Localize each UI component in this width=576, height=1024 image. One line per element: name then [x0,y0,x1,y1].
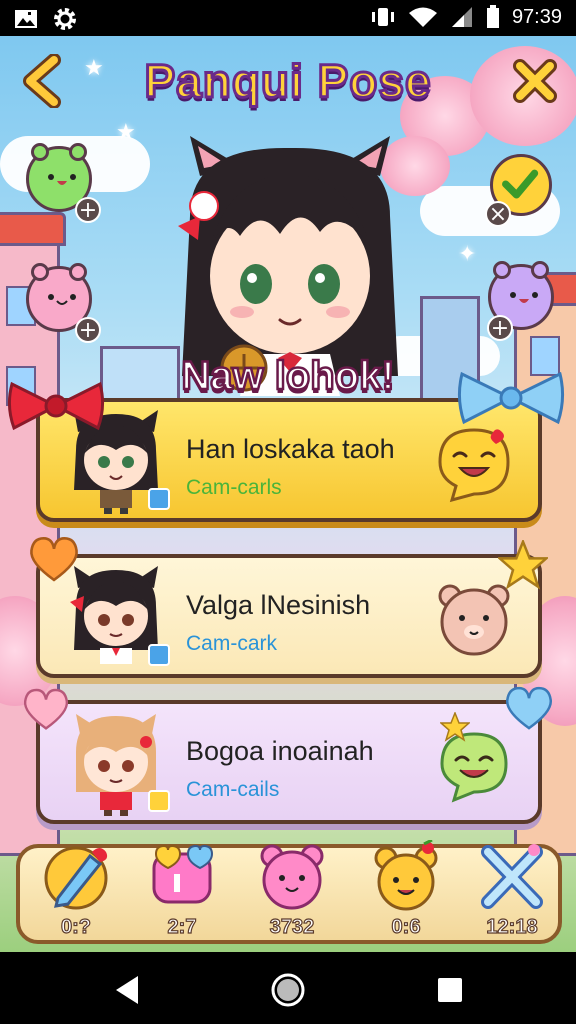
sparkle-icon: ✦ [458,242,477,267]
android-nav-bar [0,952,576,1024]
status-bar: 97:39 [0,0,576,36]
tray-count: 12:18 [486,915,538,938]
vibrate-icon [371,8,394,26]
rank-badge-icon [148,790,170,812]
game-scene: ★ ★ ✦ Panqui Pose + + × + Naw lohok! Han… [0,36,576,952]
clock: 97:39 [511,5,562,28]
character-card-2[interactable]: Valga lNesinish Cam-cark [36,554,542,678]
tray-item-swords[interactable]: 12:18 [462,840,562,946]
hearts-chat-icon [152,844,214,904]
home-circle-icon[interactable] [268,970,308,1010]
battery-icon [486,5,499,28]
critter-ear [69,263,87,281]
page-title: Panqui Pose [143,54,432,109]
tray-count: 0:6 [391,915,421,938]
critter-ear [31,263,49,281]
pink-heart-icon [23,688,69,730]
add-plus-icon[interactable]: + [487,315,513,341]
critter-ear [31,143,49,161]
blue-bow-icon [457,371,565,425]
add-plus-icon[interactable]: + [75,197,101,223]
signal-icon [451,7,472,27]
pink-bear-critter[interactable]: + [26,263,101,343]
settings-gear-icon [54,8,76,30]
card-subtitle: Cam-cails [186,778,280,801]
tray-item-yellow-bear[interactable]: 0:6 [356,840,456,946]
orange-heart-icon [30,537,78,582]
star-icon [498,540,548,590]
small-star-icon [440,712,470,742]
bear-face-emote-icon[interactable] [434,580,514,660]
card-subtitle: Cam-cark [186,632,278,655]
critter-ear [493,261,511,279]
rank-badge-icon [148,644,170,666]
gallery-icon [15,10,37,28]
critter-face [510,292,538,303]
close-x-icon[interactable] [510,56,560,106]
pink-bear-icon [260,844,324,910]
pencil-coin-icon [44,846,108,910]
tool-x-icon[interactable]: × [485,201,511,227]
yellow-bear-icon [374,840,438,911]
tray-count: 2:7 [167,915,197,938]
crossed-swords-icon [481,844,543,909]
yellow-check-badge[interactable]: × [485,154,552,227]
card-name: Bogoa inoainah [186,736,374,766]
rank-badge-icon [148,488,170,510]
critter-ear [69,143,87,161]
critter-face [48,174,76,185]
sparkle-icon: ★ [116,120,136,145]
add-plus-icon[interactable]: + [75,317,101,343]
tray-item-pink-bear[interactable]: 3732 [242,840,342,946]
card-name: Han loskaka taoh [186,434,395,464]
laughing-face-emote-icon[interactable] [434,424,514,504]
critter-ear [531,261,549,279]
inventory-tray: 0:? 2:7 3732 0:6 12:18 [16,840,562,944]
card-subtitle: Cam-carls [186,476,282,499]
purple-bear-critter[interactable]: + [487,261,554,341]
critter-face [48,294,76,305]
card-name: Valga lNesinish [186,590,371,620]
wifi-icon [408,7,437,27]
tray-item-hearts[interactable]: 2:7 [132,840,232,946]
tray-count: 0:? [60,915,91,938]
tray-count: 3732 [269,915,315,938]
back-triangle-icon[interactable] [108,970,148,1010]
blue-heart-icon [506,686,552,730]
green-slime-critter[interactable]: + [26,143,101,223]
building-left-roof [0,212,66,246]
tray-item-pencil[interactable]: 0:? [26,840,126,946]
recents-square-icon[interactable] [430,970,470,1010]
red-bow-icon [7,381,105,431]
